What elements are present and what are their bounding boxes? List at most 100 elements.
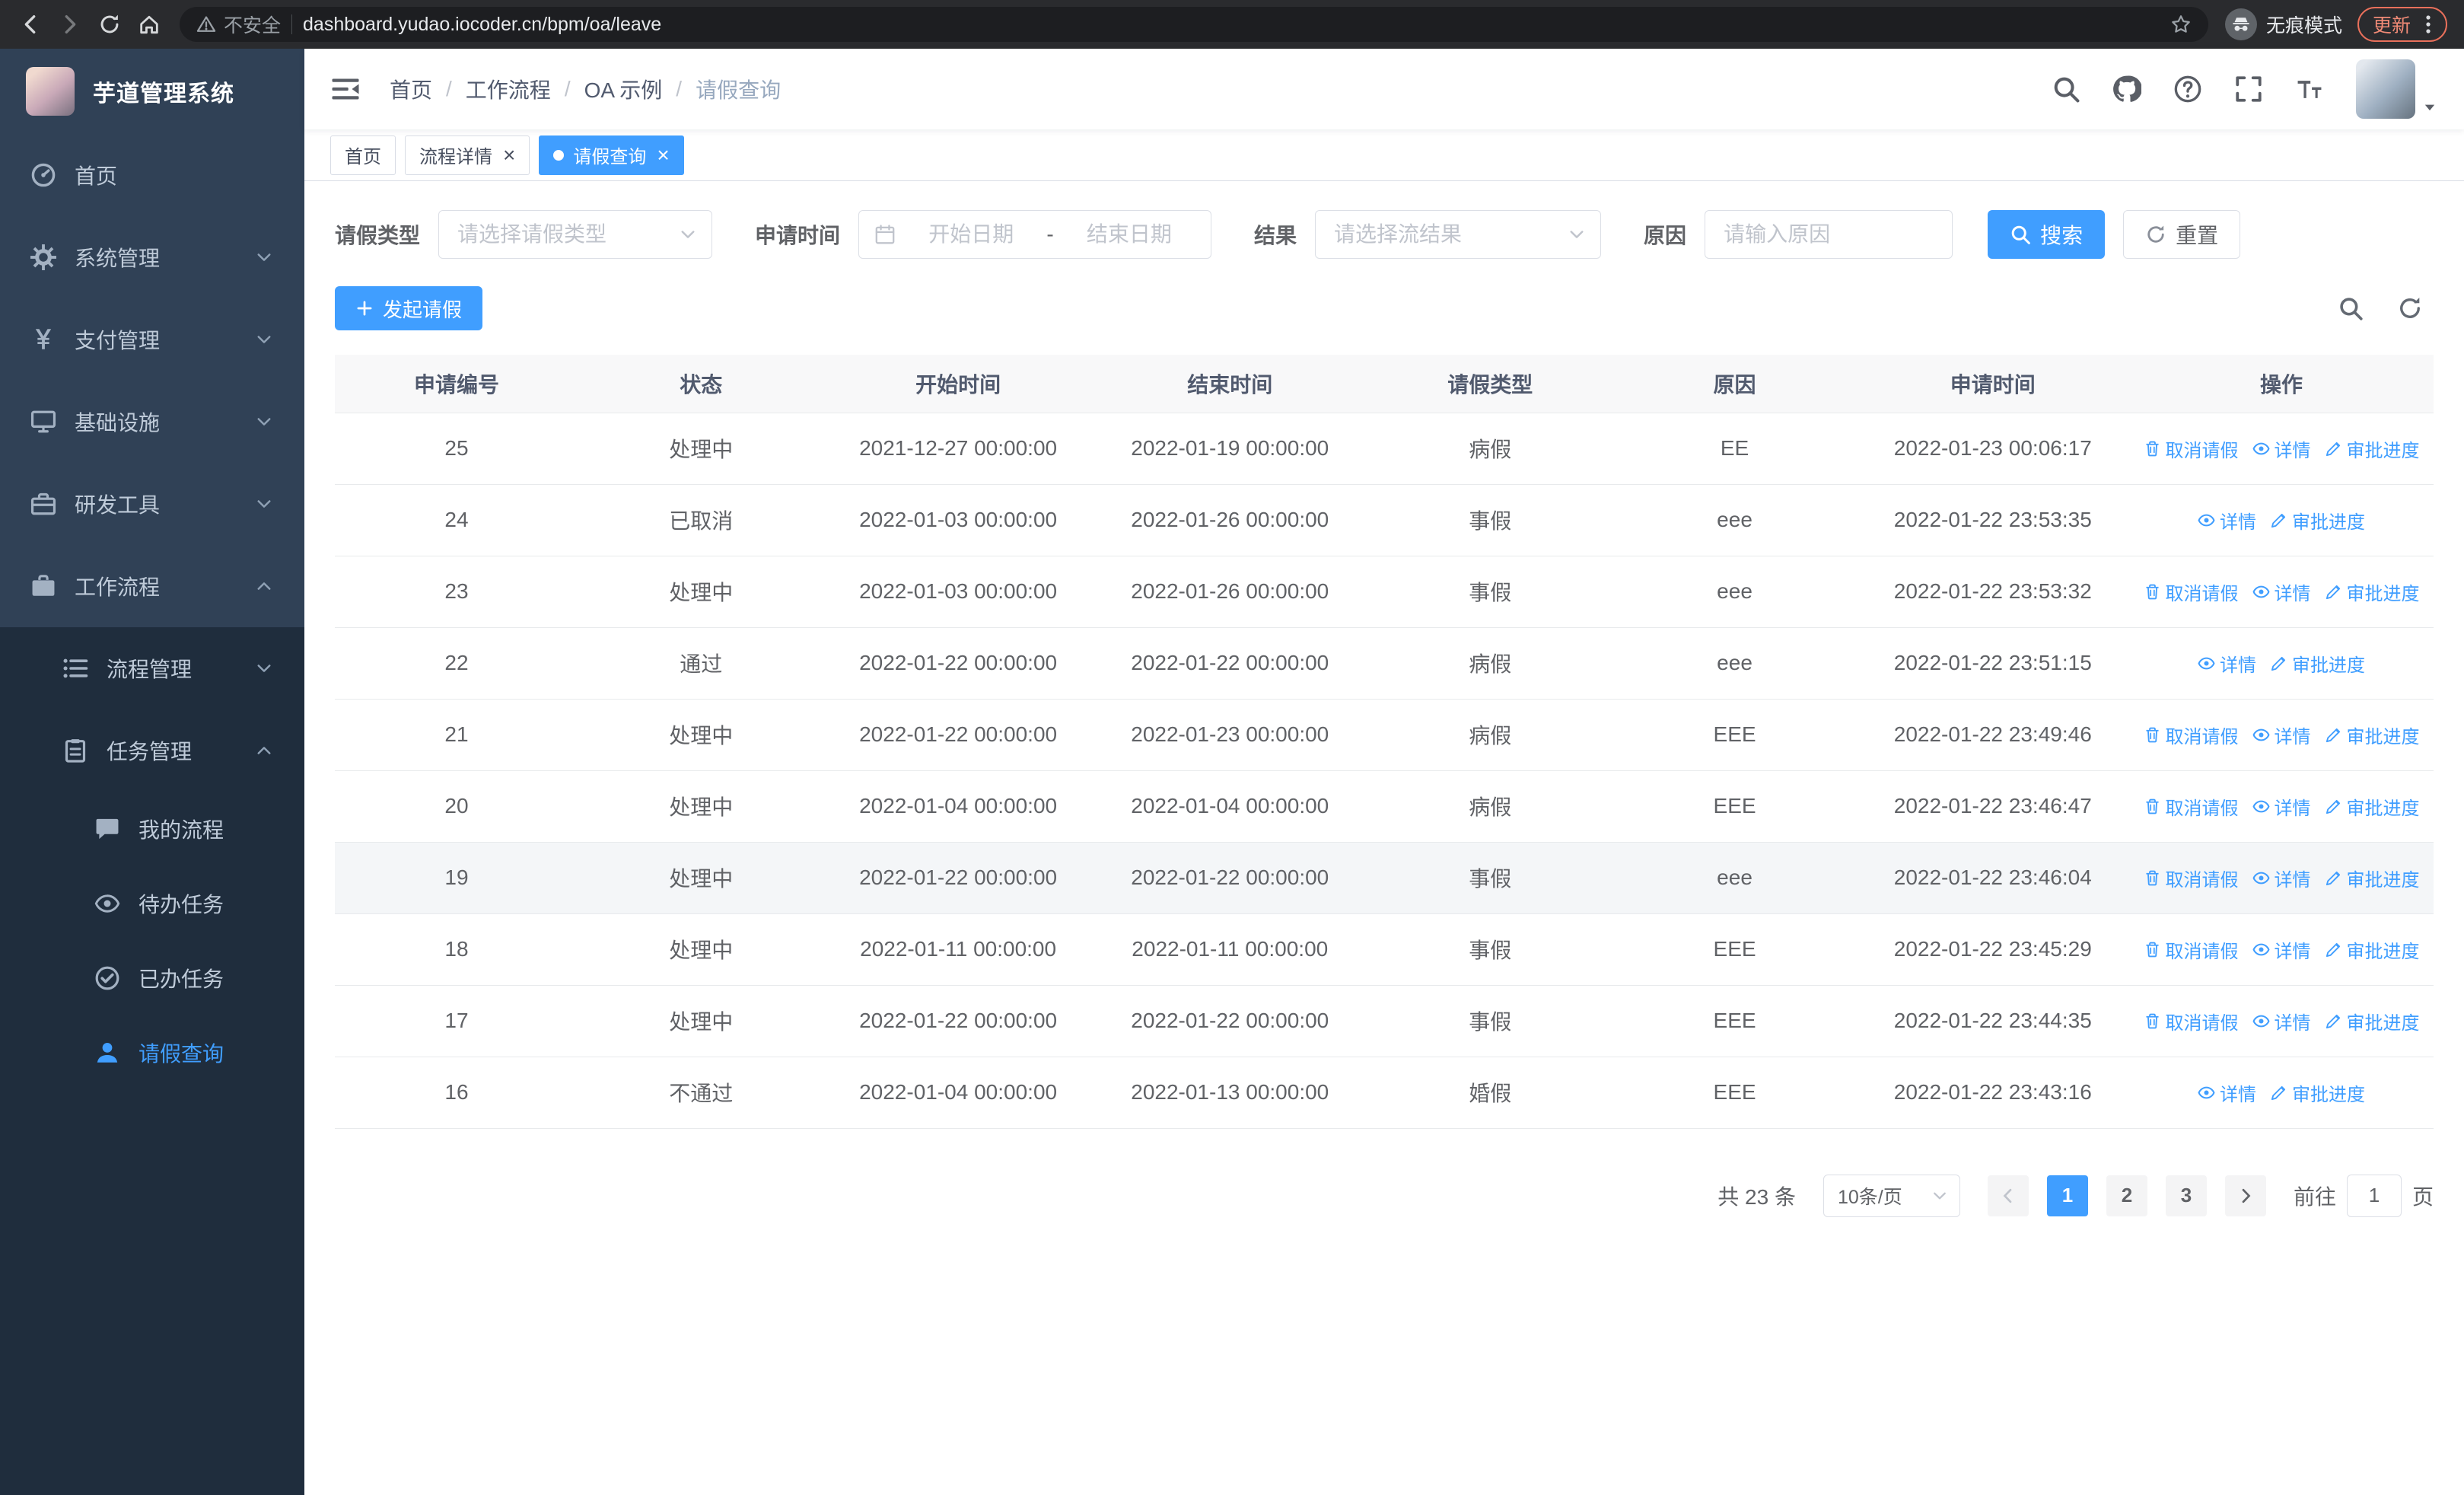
yen-icon [30, 327, 56, 352]
security-chip[interactable]: 不安全 [196, 11, 281, 38]
toggle-search-icon[interactable] [2338, 295, 2364, 321]
browser-menu-icon[interactable] [2417, 13, 2440, 36]
browser-home-icon[interactable] [131, 6, 167, 43]
delete-icon [2144, 869, 2161, 887]
chat-icon [94, 816, 120, 842]
user-menu[interactable] [2356, 59, 2438, 119]
page-size-select[interactable]: 10条/页 [1823, 1174, 1960, 1217]
browser-back-icon[interactable] [12, 6, 49, 43]
apply-time-range-picker[interactable]: - [858, 210, 1212, 259]
next-page-button[interactable] [2224, 1175, 2266, 1216]
cancel-leave-link[interactable]: 取消请假 [2144, 579, 2239, 605]
sidebar-item-payment[interactable]: 支付管理 [0, 298, 304, 381]
detail-link[interactable]: 详情 [2252, 579, 2311, 605]
approval-progress-link[interactable]: 审批进度 [2325, 936, 2420, 963]
detail-link[interactable]: 详情 [2252, 865, 2311, 891]
cancel-leave-link[interactable]: 取消请假 [2144, 865, 2239, 891]
browser-refresh-icon[interactable] [91, 6, 128, 43]
approval-progress-link[interactable]: 审批进度 [2325, 793, 2420, 820]
sidebar-item-my-process[interactable]: 我的流程 [0, 792, 304, 866]
breadcrumb-item-workflow[interactable]: 工作流程 [466, 74, 551, 104]
reason-input[interactable] [1724, 222, 1934, 247]
start-date-input[interactable] [905, 222, 1038, 247]
cancel-leave-link[interactable]: 取消请假 [2144, 722, 2239, 748]
approval-progress-link[interactable]: 审批进度 [2270, 507, 2365, 534]
action-label: 详情 [2220, 512, 2257, 533]
tab-home[interactable]: 首页 [330, 135, 396, 175]
font-size-icon[interactable] [2295, 75, 2324, 104]
cell-end-time: 2022-01-04 00:00:00 [1092, 770, 1367, 843]
approval-progress-link[interactable]: 审批进度 [2270, 650, 2365, 677]
sidebar-item-process-mgmt[interactable]: 流程管理 [0, 627, 304, 709]
refresh-table-icon[interactable] [2397, 295, 2423, 321]
detail-link[interactable]: 详情 [2252, 435, 2311, 462]
sidebar-item-todo-tasks[interactable]: 待办任务 [0, 866, 304, 941]
breadcrumb-item-oa[interactable]: OA 示例 [584, 74, 663, 104]
detail-link[interactable]: 详情 [2198, 507, 2256, 534]
tab-close-icon[interactable]: × [503, 144, 515, 166]
cancel-leave-link[interactable]: 取消请假 [2144, 936, 2239, 963]
leave-type-input[interactable] [457, 222, 667, 247]
search-icon[interactable] [2052, 75, 2080, 104]
chevron-up-icon [254, 576, 274, 596]
leave-type-select[interactable] [438, 210, 713, 259]
approval-progress-link[interactable]: 审批进度 [2325, 865, 2420, 891]
cancel-leave-link[interactable]: 取消请假 [2144, 793, 2239, 820]
create-leave-button[interactable]: 发起请假 [335, 286, 483, 330]
detail-link[interactable]: 详情 [2198, 1079, 2256, 1106]
fullscreen-icon[interactable] [2234, 75, 2263, 104]
action-label: 审批进度 [2292, 1084, 2366, 1105]
sidebar-item-devtools[interactable]: 研发工具 [0, 463, 304, 545]
chevron-down-icon [254, 494, 274, 514]
tab-close-icon[interactable]: × [657, 144, 669, 166]
bookmark-star-icon[interactable] [2170, 14, 2192, 35]
reason-field[interactable] [1705, 210, 1953, 259]
sidebar-item-leave-query[interactable]: 请假查询 [0, 1015, 304, 1090]
detail-link[interactable]: 详情 [2252, 793, 2311, 820]
tab-leave-query[interactable]: 请假查询 × [539, 135, 684, 175]
update-chip[interactable]: 更新 [2357, 7, 2447, 42]
sidebar-toggle-icon[interactable] [330, 74, 361, 104]
sidebar-item-done-tasks[interactable]: 已办任务 [0, 941, 304, 1015]
sidebar-item-task-mgmt[interactable]: 任务管理 [0, 709, 304, 792]
detail-link[interactable]: 详情 [2252, 936, 2311, 963]
cancel-leave-link[interactable]: 取消请假 [2144, 1008, 2239, 1034]
column-header: 申请编号 [335, 355, 578, 413]
approval-progress-link[interactable]: 审批进度 [2325, 435, 2420, 462]
sidebar-item-home[interactable]: 首页 [0, 134, 304, 216]
page-button-1[interactable]: 1 [2046, 1175, 2088, 1216]
tab-process-detail[interactable]: 流程详情 × [405, 135, 530, 175]
reset-button[interactable]: 重置 [2123, 210, 2241, 259]
search-button[interactable]: 搜索 [1988, 210, 2106, 259]
detail-link[interactable]: 详情 [2252, 722, 2311, 748]
approval-progress-link[interactable]: 审批进度 [2325, 1008, 2420, 1034]
incognito-avatar [2224, 8, 2257, 40]
result-select[interactable] [1315, 210, 1602, 259]
prev-page-button[interactable] [1987, 1175, 2029, 1216]
result-input[interactable] [1334, 222, 1555, 247]
approval-progress-link[interactable]: 审批进度 [2325, 579, 2420, 605]
cell-reason: EEE [1612, 913, 1857, 986]
detail-link[interactable]: 详情 [2198, 650, 2256, 677]
help-icon[interactable] [2173, 75, 2202, 104]
page-button-3[interactable]: 3 [2165, 1175, 2207, 1216]
approval-progress-link[interactable]: 审批进度 [2270, 1079, 2365, 1106]
sidebar-item-infra[interactable]: 基础设施 [0, 381, 304, 463]
approval-progress-link[interactable]: 审批进度 [2325, 722, 2420, 748]
breadcrumb-item-home[interactable]: 首页 [390, 74, 432, 104]
end-date-input[interactable] [1062, 222, 1196, 247]
goto-page-input[interactable] [2346, 1174, 2402, 1217]
page-button-2[interactable]: 2 [2106, 1175, 2147, 1216]
cancel-leave-link[interactable]: 取消请假 [2144, 435, 2239, 462]
breadcrumb-current: 请假查询 [696, 78, 782, 102]
browser-forward-icon[interactable] [52, 6, 88, 43]
cell-apply-id: 24 [335, 484, 578, 556]
leave-type-group: 请假类型 [335, 210, 713, 259]
github-icon[interactable] [2112, 75, 2141, 104]
sidebar-item-workflow[interactable]: 工作流程 [0, 545, 304, 627]
sidebar-item-system[interactable]: 系统管理 [0, 216, 304, 298]
address-bar[interactable]: 不安全 dashboard.yudao.iocoder.cn/bpm/oa/le… [180, 7, 2208, 42]
detail-link[interactable]: 详情 [2252, 1008, 2311, 1034]
cell-reason: eee [1612, 484, 1857, 556]
app-logo[interactable]: 芋道管理系统 [0, 49, 304, 134]
